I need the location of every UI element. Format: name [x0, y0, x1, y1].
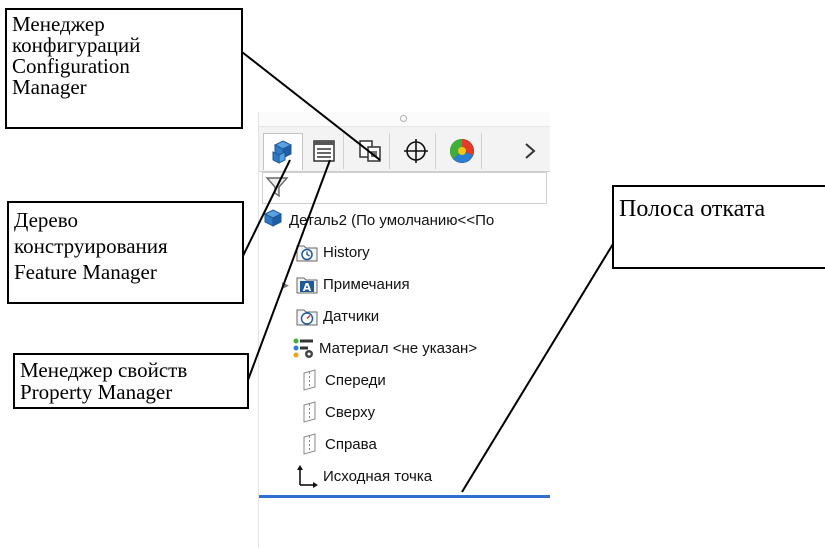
- annotations-icon: A: [296, 277, 318, 294]
- callout-line: Дерево: [14, 208, 78, 232]
- tab-property-manager[interactable]: [305, 133, 344, 169]
- rollback-bar[interactable]: [259, 495, 550, 498]
- plane-icon: [303, 369, 316, 391]
- tree-item-annotations[interactable]: A Примечания: [295, 270, 410, 298]
- chevron-right-icon: [525, 143, 536, 159]
- callout-line: Configuration: [12, 54, 130, 78]
- tree-item-label: Примечания: [323, 275, 410, 293]
- tree-item-history[interactable]: History: [295, 238, 370, 266]
- sensors-icon: [296, 309, 318, 326]
- property-manager-icon: [313, 140, 335, 162]
- configuration-manager-icon: [359, 140, 381, 162]
- grip-dot-icon: [400, 115, 407, 122]
- callout-line: Менеджер свойств: [20, 358, 188, 382]
- filter-box[interactable]: [262, 172, 547, 204]
- tree-root-label: Деталь2 (По умолчанию<<По: [289, 211, 495, 229]
- tree-item-front-plane[interactable]: Спереди: [297, 366, 386, 394]
- tab-feature-manager[interactable]: [263, 133, 303, 170]
- tree-item-right-plane[interactable]: Справа: [297, 430, 377, 458]
- part-icon: [263, 209, 283, 227]
- callout-line: Manager: [12, 75, 87, 99]
- manager-tabs: [259, 127, 550, 172]
- tree-item-label: Датчики: [323, 307, 380, 325]
- svg-text:A: A: [303, 281, 312, 294]
- callout-feature-manager: Дерево конструирования Feature Manager: [7, 201, 244, 304]
- tree-item-label: History: [323, 243, 370, 261]
- callout-line: Полоса отката: [619, 196, 766, 222]
- callout-configuration-manager: Менеджер конфигураций Configuration Mana…: [5, 8, 243, 129]
- tree-item-label: Исходная точка: [323, 467, 433, 485]
- expand-arrow-icon[interactable]: ▶: [282, 280, 289, 291]
- tree-item-origin[interactable]: Исходная точка: [295, 462, 432, 490]
- callout-property-manager: Менеджер свойств Property Manager: [13, 353, 249, 409]
- tree-item-material[interactable]: Материал <не указан>: [291, 334, 477, 362]
- history-icon: [296, 245, 318, 262]
- plane-icon: [303, 401, 316, 423]
- feature-tree-icon: [272, 140, 293, 164]
- display-manager-icon: [449, 138, 474, 163]
- callout-rollback-bar: Полоса отката: [612, 185, 825, 269]
- callout-line: конфигураций: [12, 33, 141, 57]
- tree-item-label: Сверху: [325, 403, 376, 421]
- crosshair-icon: [404, 139, 428, 163]
- tree-item-top-plane[interactable]: Сверху: [297, 398, 375, 426]
- tab-more[interactable]: [511, 133, 549, 169]
- tab-display-manager[interactable]: [443, 133, 482, 169]
- panel-grip[interactable]: [259, 112, 550, 127]
- tree-item-sensors[interactable]: Датчики: [295, 302, 379, 330]
- tab-configuration-manager[interactable]: [351, 133, 390, 169]
- tree-root-part[interactable]: Деталь2 (По умолчанию<<По: [261, 206, 494, 234]
- tree-item-label: Спереди: [325, 371, 386, 389]
- filter-funnel-icon[interactable]: [264, 174, 290, 200]
- tree-item-label: Справа: [325, 435, 377, 453]
- callout-line: конструирования: [14, 234, 168, 258]
- feature-manager-panel: Деталь2 (По умолчанию<<По History ▶ A Пр…: [258, 112, 550, 548]
- origin-icon: [297, 465, 318, 488]
- plane-icon: [303, 433, 316, 455]
- material-icon: [293, 338, 313, 358]
- tree-item-label: Материал <не указан>: [319, 339, 478, 357]
- tab-dimxpert-manager[interactable]: [397, 133, 436, 169]
- callout-line: Property Manager: [20, 380, 173, 404]
- callout-line: Менеджер: [12, 12, 105, 36]
- callout-line: Feature Manager: [14, 260, 157, 284]
